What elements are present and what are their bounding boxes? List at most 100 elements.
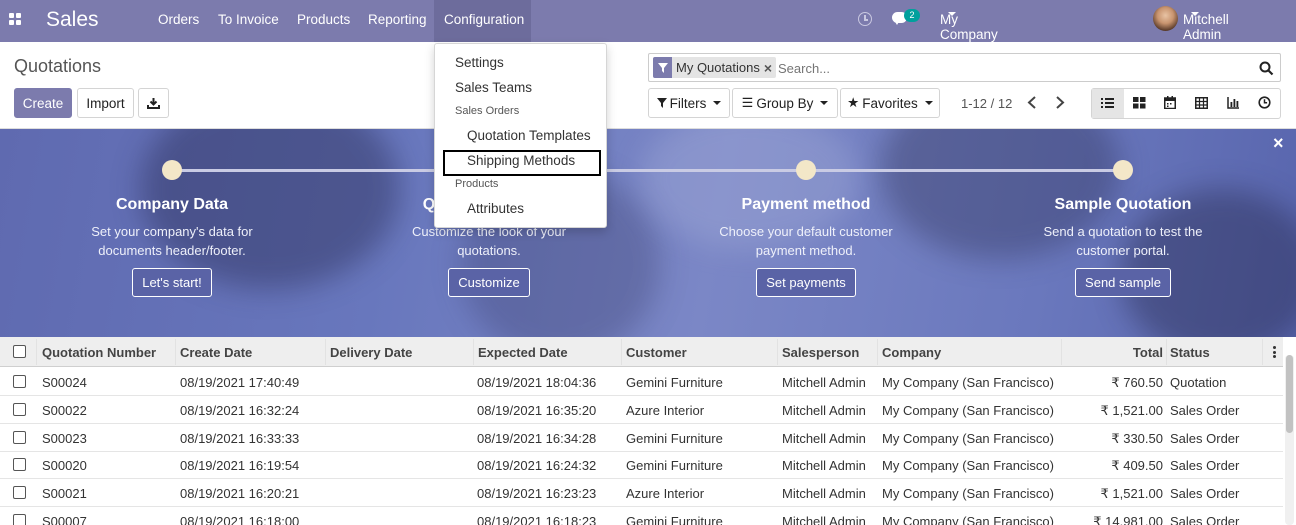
close-icon[interactable]: ×: [1273, 133, 1284, 154]
select-all-checkbox[interactable]: [13, 345, 26, 358]
table-row[interactable]: S00007 08/19/2021 16:18:00 08/19/2021 16:1…: [0, 507, 1283, 525]
cell-customer: Gemini Furniture: [626, 514, 723, 525]
step-company-data: Company Data Set your company's data for…: [52, 196, 292, 297]
favorites-button[interactable]: ★ Favorites: [840, 88, 940, 118]
search-facet[interactable]: My Quotations ×: [653, 57, 777, 78]
menu-reporting[interactable]: Reporting: [368, 12, 427, 27]
list-view-icon[interactable]: [1092, 89, 1124, 118]
column-divider[interactable]: [325, 339, 326, 365]
column-header[interactable]: Delivery Date: [330, 345, 412, 360]
control-panel: Quotations Create Import My Quotations ×…: [0, 42, 1296, 129]
cell-total: ₹ 330.50: [1111, 430, 1163, 446]
column-divider[interactable]: [877, 339, 878, 365]
cell-customer: Gemini Furniture: [626, 375, 723, 390]
column-header[interactable]: Create Date: [180, 345, 252, 360]
app-name[interactable]: Sales: [46, 8, 99, 32]
kanban-view-icon[interactable]: [1133, 97, 1146, 109]
row-checkbox[interactable]: [13, 402, 26, 416]
column-divider[interactable]: [36, 339, 37, 365]
activity-view-icon[interactable]: [1258, 96, 1271, 109]
set-payments-button[interactable]: Set payments: [756, 268, 856, 297]
lets-start-button[interactable]: Let's start!: [132, 268, 212, 297]
group-by-button[interactable]: ☰ Group By: [732, 88, 838, 118]
clock-icon[interactable]: [858, 12, 872, 26]
menu-item-attributes[interactable]: Attributes: [467, 201, 524, 216]
close-icon[interactable]: ×: [764, 60, 776, 76]
table-row[interactable]: S00023 08/19/2021 16:33:33 08/19/2021 16:3…: [0, 424, 1283, 452]
cell-company: My Company (San Francisco): [882, 514, 1054, 525]
chevron-right-icon[interactable]: [1055, 96, 1065, 109]
cell-customer: Gemini Furniture: [626, 458, 723, 474]
pivot-view-icon[interactable]: [1195, 97, 1208, 109]
cell-number: S00021: [42, 486, 87, 502]
graph-view-icon[interactable]: [1227, 96, 1240, 109]
table-row[interactable]: S00021 08/19/2021 16:20:21 08/19/2021 16:2…: [0, 479, 1283, 508]
column-header[interactable]: Salesperson: [782, 345, 859, 360]
group-by-icon: ☰: [741, 95, 754, 110]
group-by-label: Group By: [756, 95, 814, 111]
cell-create: 08/19/2021 17:40:49: [180, 375, 300, 390]
cell-create: 08/19/2021 16:19:54: [180, 458, 300, 474]
create-button[interactable]: Create: [14, 88, 72, 118]
scrollbar-thumb[interactable]: [1286, 355, 1293, 433]
export-button[interactable]: [138, 88, 169, 118]
column-header[interactable]: Company: [882, 345, 941, 360]
menu-item-quotation-templates[interactable]: Quotation Templates: [467, 128, 591, 143]
column-header[interactable]: Quotation Number: [42, 345, 156, 360]
search-icon[interactable]: [1259, 61, 1274, 76]
scrollbar[interactable]: [1285, 355, 1294, 525]
cell-number: S00007: [42, 514, 87, 525]
cell-salesperson: Mitchell Admin: [782, 375, 866, 390]
customize-button[interactable]: Customize: [448, 268, 530, 297]
cell-status: Quotation: [1170, 375, 1227, 390]
row-checkbox[interactable]: [13, 514, 26, 525]
menu-header-sales-orders: Sales Orders: [455, 105, 520, 117]
column-header[interactable]: Customer: [626, 345, 687, 360]
search-input[interactable]: [778, 58, 1248, 78]
row-checkbox[interactable]: [13, 375, 26, 388]
column-divider[interactable]: [1166, 339, 1167, 365]
column-header[interactable]: Status: [1170, 345, 1210, 360]
column-divider[interactable]: [621, 339, 622, 365]
apps-grid-icon[interactable]: [9, 13, 21, 25]
kebab-icon[interactable]: [1273, 346, 1276, 358]
table-row[interactable]: S00024 08/19/2021 17:40:49 08/19/2021 18:0…: [0, 368, 1283, 396]
menu-configuration-label: Configuration: [444, 12, 525, 27]
import-button[interactable]: Import: [77, 88, 134, 118]
send-sample-button[interactable]: Send sample: [1075, 268, 1171, 297]
table-row[interactable]: S00022 08/19/2021 16:32:24 08/19/2021 16:3…: [0, 396, 1283, 424]
row-checkbox[interactable]: [13, 458, 26, 472]
column-divider[interactable]: [175, 339, 176, 365]
menu-configuration[interactable]: Configuration: [434, 0, 531, 42]
filters-button[interactable]: Filters: [648, 88, 730, 118]
cell-salesperson: Mitchell Admin: [782, 458, 866, 474]
menu-products[interactable]: Products: [297, 12, 350, 27]
column-header[interactable]: Expected Date: [478, 345, 568, 360]
avatar[interactable]: [1153, 6, 1178, 31]
step-sample-quotation: Sample Quotation Send a quotation to tes…: [1003, 196, 1243, 297]
calendar-view-icon[interactable]: [1164, 96, 1176, 109]
menu-header-products: Products: [455, 178, 499, 190]
row-checkbox[interactable]: [13, 430, 26, 444]
menu-to-invoice[interactable]: To Invoice: [218, 12, 279, 27]
search-bar[interactable]: My Quotations ×: [648, 53, 1281, 82]
column-divider[interactable]: [473, 339, 474, 365]
column-divider[interactable]: [777, 339, 778, 365]
filter-icon: [656, 98, 667, 108]
row-checkbox[interactable]: [13, 486, 26, 500]
pager-value[interactable]: 1-12 / 12: [961, 96, 1012, 111]
cell-company: My Company (San Francisco): [882, 375, 1054, 390]
column-header[interactable]: Total: [1133, 345, 1163, 360]
cell-company: My Company (San Francisco): [882, 430, 1054, 446]
cell-total: ₹ 760.50: [1111, 375, 1163, 390]
menu-item-sales-teams[interactable]: Sales Teams: [455, 80, 532, 95]
progress-line: [172, 169, 1122, 172]
table-row[interactable]: S00020 08/19/2021 16:19:54 08/19/2021 16:2…: [0, 451, 1283, 480]
cell-status: Sales Order: [1170, 458, 1240, 474]
chevron-left-icon[interactable]: [1027, 96, 1037, 109]
menu-orders[interactable]: Orders: [158, 12, 199, 27]
menu-item-settings[interactable]: Settings: [455, 55, 504, 70]
column-divider[interactable]: [1262, 339, 1263, 365]
column-divider[interactable]: [1061, 339, 1062, 365]
cell-salesperson: Mitchell Admin: [782, 486, 866, 502]
